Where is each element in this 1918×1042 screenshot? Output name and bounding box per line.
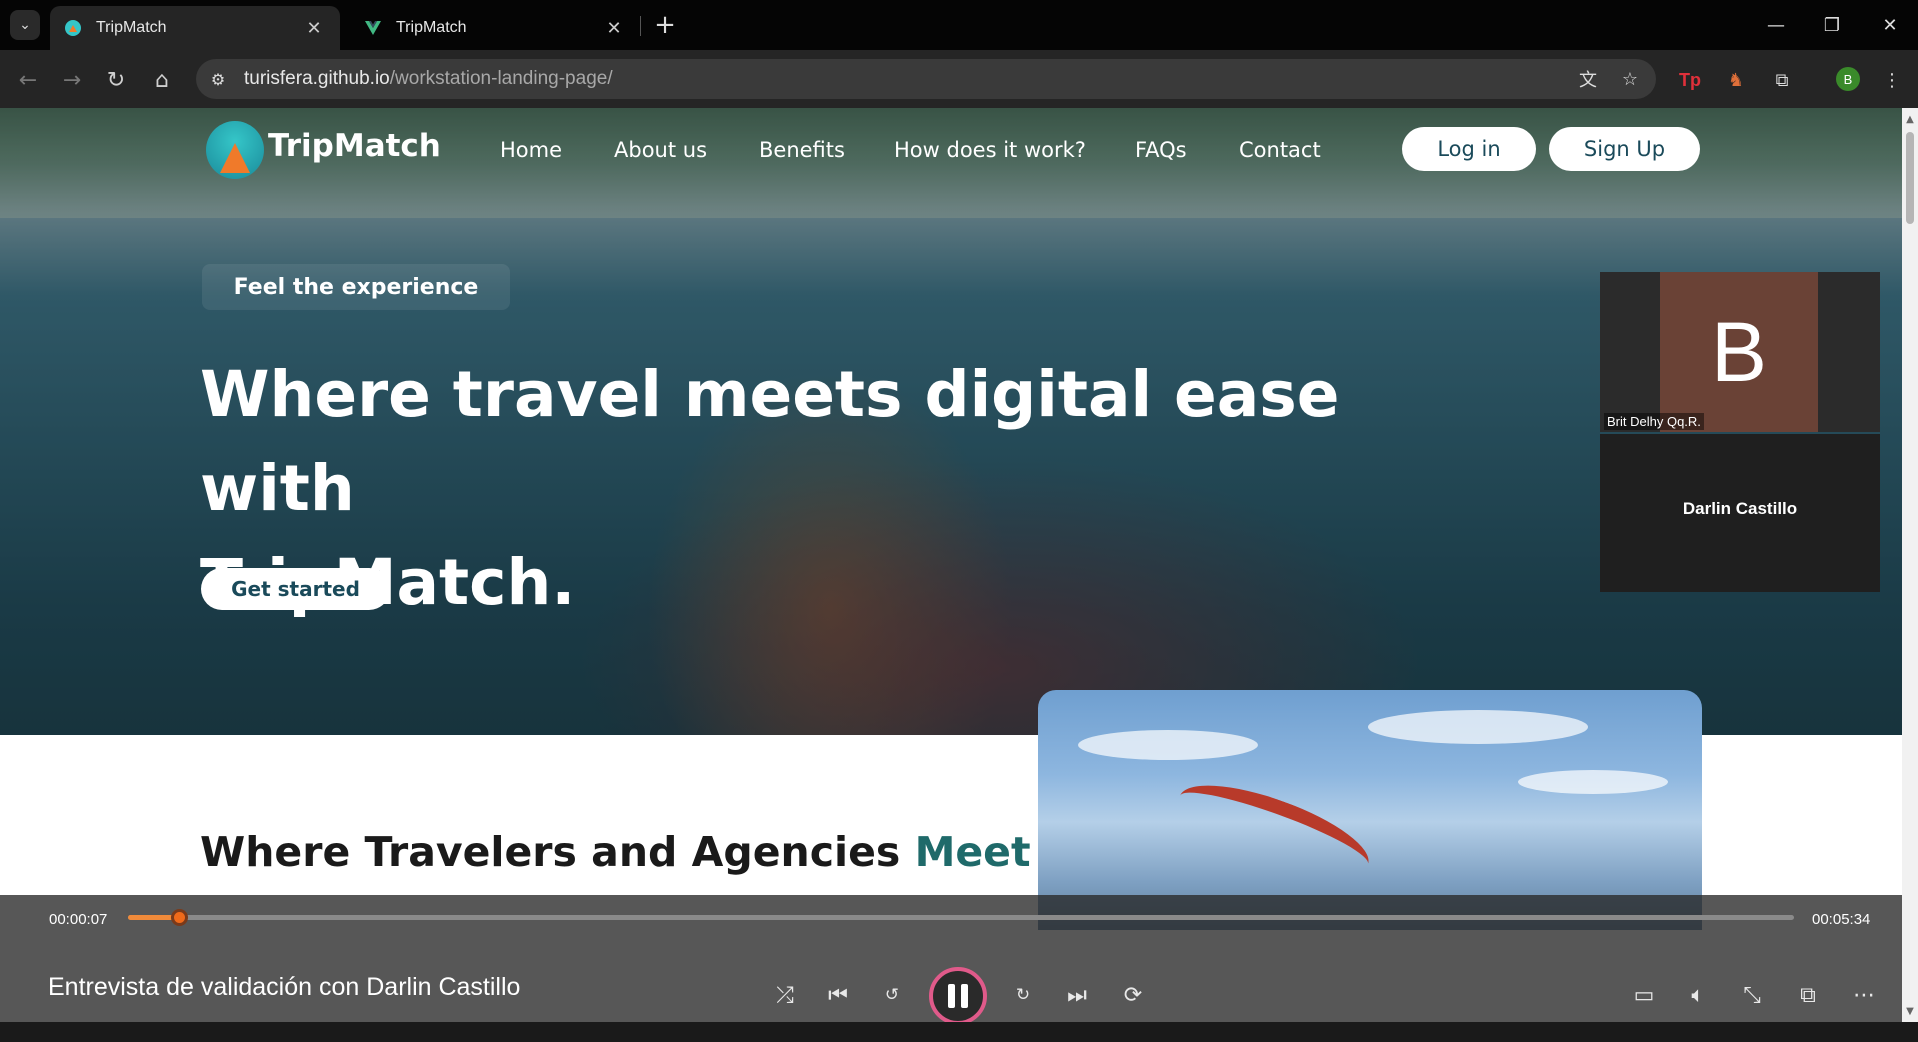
tab-title: TripMatch xyxy=(396,19,467,36)
url-text[interactable]: turisfera.github.io/workstation-landing-… xyxy=(244,68,613,90)
more-icon[interactable]: ⋯ xyxy=(1846,977,1882,1013)
url-host: turisfera.github.io xyxy=(244,68,390,89)
photo-cloud xyxy=(1368,710,1588,744)
tab-separator xyxy=(640,16,641,36)
url-path: /workstation-landing-page/ xyxy=(389,68,613,89)
login-button[interactable]: Log in xyxy=(1402,127,1536,171)
scrollbar-thumb[interactable] xyxy=(1906,132,1914,224)
browser-menu-icon[interactable]: ⋮ xyxy=(1876,64,1908,96)
current-time: 00:00:07 xyxy=(49,911,108,928)
page-scrollbar[interactable] xyxy=(1902,108,1918,1022)
extensions-puzzle-icon[interactable]: ⧉ xyxy=(1766,64,1798,96)
tab-strip: ⌄ TripMatch ✕ TripMatch ✕ + — ❐ ✕ xyxy=(0,0,1918,50)
section-title: Where Travelers and Agencies Meet xyxy=(200,828,1031,876)
nav-about-us[interactable]: About us xyxy=(614,138,707,162)
new-tab-icon[interactable]: + xyxy=(650,10,680,40)
seek-handle[interactable] xyxy=(171,909,188,926)
restore-window-icon[interactable]: ❐ xyxy=(1804,0,1860,50)
participant-name: Darlin Castillo xyxy=(1682,499,1798,518)
forward-30-icon[interactable]: ↻ xyxy=(1005,977,1041,1013)
vue-favicon-icon xyxy=(365,21,381,35)
translate-icon[interactable]: 文 xyxy=(1572,63,1604,95)
nav-contact[interactable]: Contact xyxy=(1239,138,1321,162)
total-time: 00:05:34 xyxy=(1812,911,1871,928)
profile-avatar[interactable]: B xyxy=(1836,67,1860,91)
reload-icon[interactable]: ↻ xyxy=(100,64,132,96)
rewind-10-icon[interactable]: ↺ xyxy=(874,977,910,1013)
hero-headline-line1: Where travel meets digital ease with xyxy=(200,358,1340,525)
section-title-text: Where Travelers and Agencies xyxy=(200,828,901,876)
tab-title: TripMatch xyxy=(96,19,167,36)
extension-tp-icon[interactable]: Tp xyxy=(1674,64,1706,96)
participant-tile-brit[interactable]: B Brit Delhy Qq.R. xyxy=(1600,272,1880,432)
minimize-icon[interactable]: ⤡ xyxy=(1734,977,1770,1013)
close-window-icon[interactable]: ✕ xyxy=(1862,0,1918,50)
tab-search-button[interactable]: ⌄ xyxy=(10,10,40,40)
photo-cloud xyxy=(1078,730,1258,760)
scroll-up-icon[interactable]: ▲ xyxy=(1904,112,1916,126)
paragliding-photo xyxy=(1038,690,1702,930)
miniplayer-icon[interactable]: ⧉ xyxy=(1790,977,1826,1013)
tripmatch-favicon-icon xyxy=(65,20,81,36)
site-info-icon[interactable]: ⚙ xyxy=(202,63,234,95)
minimize-window-icon[interactable]: — xyxy=(1748,0,1804,50)
repeat-icon[interactable]: ⟳ xyxy=(1115,977,1151,1013)
scroll-down-icon[interactable]: ▼ xyxy=(1904,1004,1916,1018)
seek-bar[interactable] xyxy=(128,909,1794,926)
tripmatch-logo-icon[interactable] xyxy=(206,121,264,179)
captions-icon[interactable]: ▭ xyxy=(1626,977,1662,1013)
media-player: 00:00:07 00:05:34 Entrevista de validaci… xyxy=(0,895,1902,1025)
participant-avatar: B xyxy=(1660,272,1818,432)
pause-icon xyxy=(961,984,968,1008)
participant-name: Brit Delhy Qq.R. xyxy=(1604,413,1704,430)
pause-button[interactable] xyxy=(929,967,987,1025)
nav-faqs[interactable]: FAQs xyxy=(1135,138,1187,162)
paraglider-wing xyxy=(1169,767,1379,893)
back-icon[interactable]: ← xyxy=(12,64,44,96)
nav-benefits[interactable]: Benefits xyxy=(759,138,845,162)
previous-icon[interactable]: ⏮ xyxy=(820,977,856,1013)
hero-tagline: Feel the experience xyxy=(202,264,510,310)
close-tab-icon[interactable]: ✕ xyxy=(302,16,326,40)
nav-how-it-works[interactable]: How does it work? xyxy=(894,138,1086,162)
pause-icon xyxy=(948,984,955,1008)
volume-icon[interactable]: 🔈︎ xyxy=(1680,977,1716,1013)
extension-fox-icon[interactable]: ♞ xyxy=(1720,64,1752,96)
next-icon[interactable]: ⏭ xyxy=(1059,977,1095,1013)
nav-home[interactable]: Home xyxy=(500,138,562,162)
site-navbar: TripMatch Home About us Benefits How doe… xyxy=(0,108,1902,198)
section-title-accent: Meet xyxy=(914,828,1031,876)
hero-section: TripMatch Home About us Benefits How doe… xyxy=(0,108,1902,735)
tab-tripmatch-second[interactable]: TripMatch ✕ xyxy=(350,6,640,50)
tab-tripmatch-active[interactable]: TripMatch ✕ xyxy=(50,6,340,50)
signup-button[interactable]: Sign Up xyxy=(1549,127,1700,171)
get-started-button[interactable]: Get started xyxy=(201,568,390,610)
brand-name[interactable]: TripMatch xyxy=(268,128,441,164)
window-bottom-edge xyxy=(0,1022,1918,1042)
home-icon[interactable]: ⌂ xyxy=(146,64,178,96)
browser-toolbar: ← → ↻ ⌂ ⚙ turisfera.github.io/workstatio… xyxy=(0,50,1918,108)
photo-cloud xyxy=(1518,770,1668,794)
address-bar[interactable]: ⚙ turisfera.github.io/workstation-landin… xyxy=(196,59,1656,99)
media-title: Entrevista de validación con Darlin Cast… xyxy=(48,973,521,1001)
shuffle-icon[interactable]: ⤮ xyxy=(767,977,803,1013)
participant-tile-darlin[interactable]: Darlin Castillo xyxy=(1600,434,1880,592)
bookmark-star-icon[interactable]: ☆ xyxy=(1614,63,1646,95)
forward-icon[interactable]: → xyxy=(56,64,88,96)
close-tab-icon[interactable]: ✕ xyxy=(602,16,626,40)
